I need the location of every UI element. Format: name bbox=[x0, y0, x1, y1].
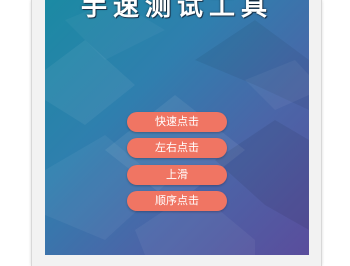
app-screen: 手速测试工具 快速点击 左右点击 上滑 顺序点击 bbox=[45, 0, 309, 255]
sequential-click-button[interactable]: 顺序点击 bbox=[127, 191, 227, 211]
device-bottom-bezel bbox=[45, 255, 309, 266]
left-right-click-button[interactable]: 左右点击 bbox=[127, 138, 227, 158]
fast-click-button[interactable]: 快速点击 bbox=[127, 112, 227, 132]
device-frame: 手速测试工具 快速点击 左右点击 上滑 顺序点击 bbox=[31, 0, 322, 266]
app-title: 手速测试工具 bbox=[80, 0, 273, 22]
swipe-up-button[interactable]: 上滑 bbox=[127, 165, 227, 185]
